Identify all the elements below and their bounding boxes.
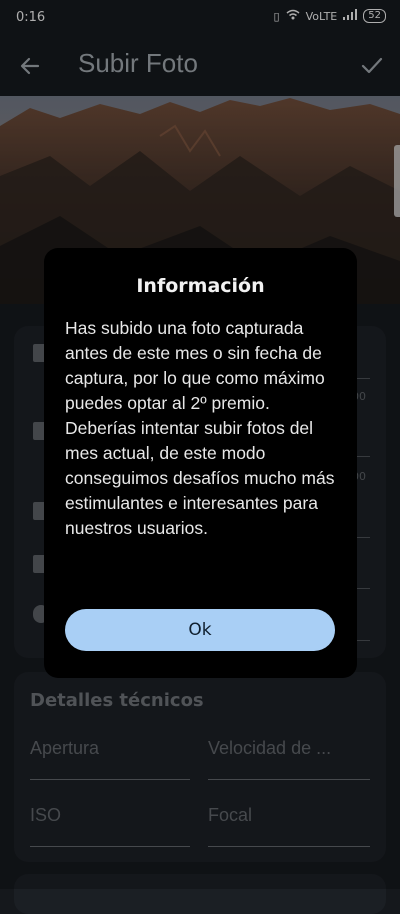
ok-button[interactable]: Ok: [65, 609, 335, 651]
information-dialog: Información Has subido una foto capturad…: [44, 248, 357, 678]
dialog-message: Has subido una foto capturada antes de e…: [65, 318, 335, 538]
dialog-title: Información: [136, 275, 265, 297]
